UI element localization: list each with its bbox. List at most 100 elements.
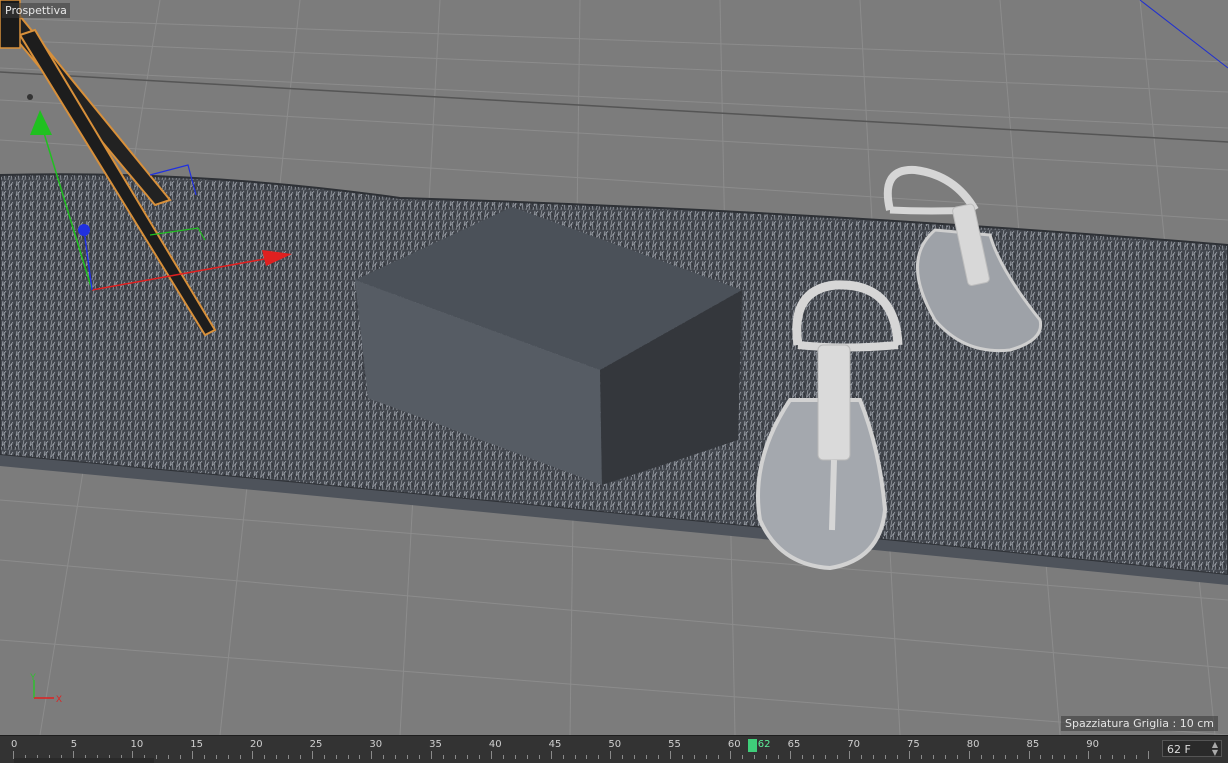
timeline-tick-label: 0	[11, 739, 18, 750]
timeline-tick	[1112, 755, 1114, 759]
timeline-tick-label: 25	[309, 739, 323, 750]
timeline-tick	[216, 755, 218, 759]
timeline-tick	[251, 751, 253, 759]
timeline-tick	[777, 755, 779, 759]
timeline-tick-label: 10	[130, 739, 144, 750]
timeline-tick	[371, 751, 373, 759]
timeline-tick	[467, 755, 468, 759]
timeline-tick-label: 5	[70, 739, 78, 750]
timeline-tick-label: 15	[190, 739, 203, 750]
timeline-tick	[228, 755, 230, 759]
timeline-tick	[1040, 755, 1042, 759]
timeline-tick	[968, 751, 970, 759]
timeline-tick	[311, 751, 313, 759]
timeline-tick	[729, 751, 731, 759]
timeline-bar[interactable]: 0 5 10 15 20 25 30 35 40 45 50 55 60 65 70 75 80 85 90 62 6…	[0, 735, 1228, 763]
timeline-tick	[741, 755, 743, 759]
grid-spacing-info: Spazziatura Griglia : 10 cm	[1061, 716, 1218, 731]
timeline-tick	[275, 755, 277, 759]
timeline-tick	[478, 755, 480, 759]
timeline-tick	[562, 755, 564, 759]
timeline-tick	[1100, 755, 1102, 759]
timeline-tick	[419, 755, 421, 759]
timeline-tick	[431, 751, 433, 759]
timeline-tick	[658, 755, 660, 759]
timeline-tick	[538, 755, 540, 759]
timeline-tick	[192, 751, 194, 759]
timeline-tick	[383, 755, 385, 759]
3d-viewport[interactable]: Y X Prospettiva Spazziatura Griglia : 10…	[0, 0, 1228, 735]
timeline-tick	[956, 755, 958, 759]
timeline-tick-label: 90	[1086, 739, 1099, 750]
timeline-track[interactable]: 0 5 10 15 20 25 30 35 40 45 50 55 60 65 70 75 80 85 90 62	[8, 736, 1153, 763]
timeline-tick-label: 40	[488, 739, 502, 750]
timeline-tick	[789, 751, 791, 759]
camera-pivot	[27, 94, 33, 100]
timeline-tick-label: 80	[966, 739, 980, 750]
timeline-tick	[921, 755, 922, 759]
timeline-tick-label: 60	[727, 739, 741, 750]
timeline-tick	[765, 755, 767, 759]
timeline-tick	[1124, 755, 1126, 759]
timeline-tick	[885, 755, 887, 759]
timeline-tick	[670, 751, 672, 759]
timeline-tick	[992, 755, 994, 759]
timeline-tick	[490, 751, 492, 759]
timeline-tick-label: 75	[907, 739, 920, 750]
timeline-tick	[837, 755, 839, 759]
timeline-tick	[550, 751, 552, 759]
frame-stepper-icon[interactable]: ▲ ▼	[1212, 741, 1218, 757]
timeline-tick	[682, 755, 684, 759]
timeline-tick	[705, 755, 707, 759]
view-name-label[interactable]: Prospettiva	[2, 3, 70, 18]
current-frame-field[interactable]: 62 F ▲ ▼	[1162, 740, 1222, 757]
timeline-tick	[299, 755, 301, 759]
timeline-tick	[1076, 755, 1078, 759]
timeline-tick	[825, 755, 827, 759]
timeline-tick	[873, 755, 875, 759]
timeline-tick	[287, 755, 289, 759]
timeline-tick	[347, 755, 349, 759]
timeline-tick	[909, 751, 911, 759]
timeline-tick	[861, 755, 863, 759]
timeline-tick	[598, 755, 600, 759]
grid-axis-line	[0, 71, 1228, 143]
timeline-tick	[1052, 755, 1054, 759]
timeline-tick	[395, 755, 397, 759]
preview-range-bar[interactable]	[14, 758, 154, 763]
timeline-tick	[980, 755, 982, 759]
timeline-tick	[1088, 751, 1090, 759]
z-axis-knob[interactable]	[78, 224, 90, 236]
timeline-tick	[1016, 755, 1018, 759]
timeline-tick-label: 65	[787, 739, 801, 750]
timeline-tick	[574, 755, 576, 759]
timeline-tick	[156, 755, 158, 759]
current-frame-marker[interactable]	[747, 739, 757, 752]
scene-canvas[interactable]: Y X	[0, 0, 1228, 735]
axis-label-y: Y	[30, 672, 36, 682]
timeline-tick-label: 45	[548, 739, 562, 750]
timeline-tick	[694, 755, 695, 759]
timeline-tick	[717, 755, 719, 759]
timeline-tick	[1148, 751, 1149, 759]
timeline-tick	[1004, 755, 1006, 759]
axis-label-x: X	[56, 694, 62, 704]
timeline-tick	[443, 755, 445, 759]
timeline-tick	[323, 755, 325, 759]
timeline-tick	[526, 755, 528, 759]
timeline-tick	[263, 755, 265, 759]
timeline-tick-label: 50	[608, 739, 622, 750]
timeline-tick-label: 20	[249, 739, 263, 750]
timeline-tick	[849, 751, 851, 759]
y-axis-arrow[interactable]	[30, 110, 52, 135]
timeline-tick-label: 30	[369, 739, 383, 750]
timeline-tick	[944, 755, 946, 759]
timeline-tick-label: 70	[847, 739, 861, 750]
current-frame-value: 62 F	[1167, 743, 1191, 756]
timeline-tick	[801, 755, 803, 759]
timeline-tick	[502, 755, 504, 759]
timeline-tick-label: 55	[668, 739, 681, 750]
timeline-tick	[622, 755, 624, 759]
world-axis-z-line	[1139, 0, 1228, 69]
timeline-tick	[753, 755, 755, 759]
